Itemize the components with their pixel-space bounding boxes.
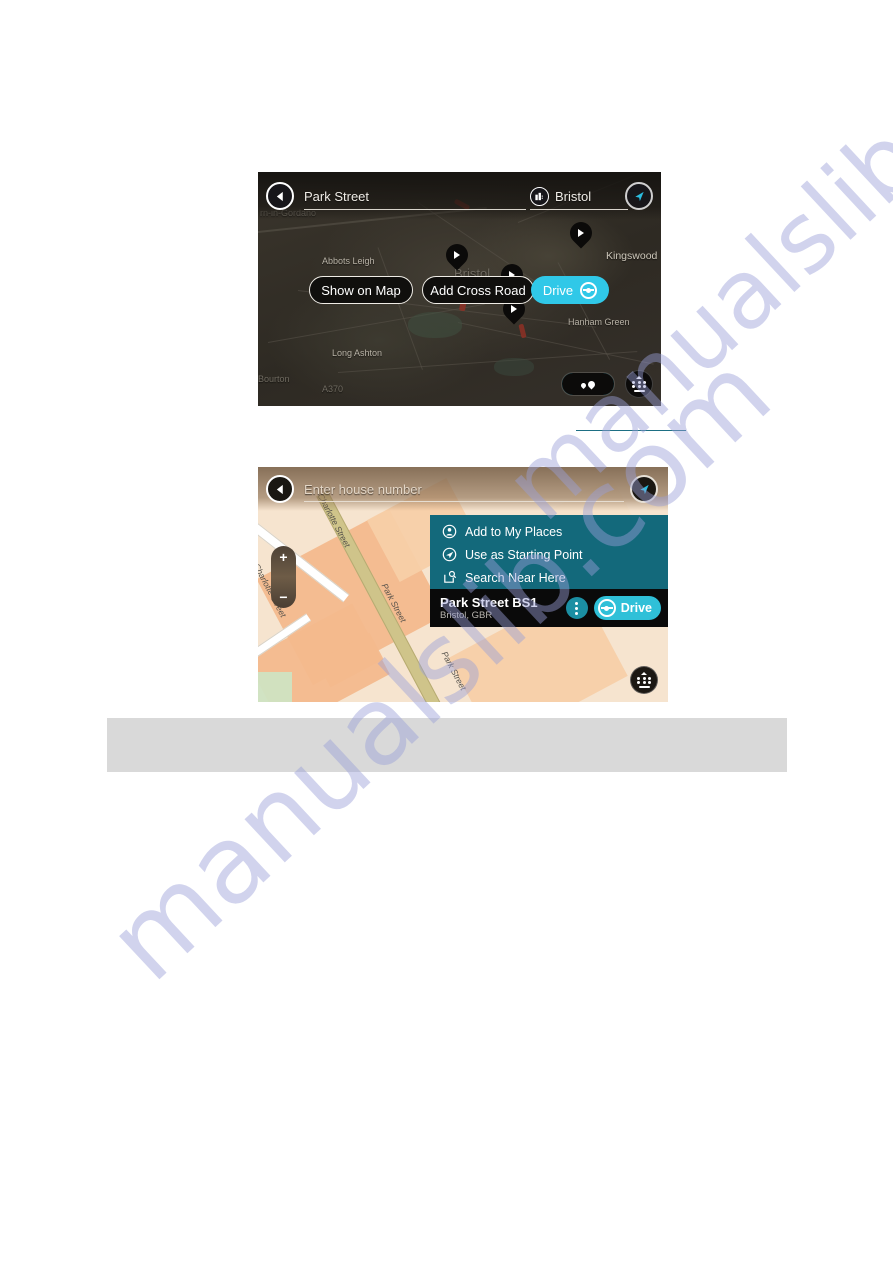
map-road <box>457 322 654 365</box>
back-arrow-icon <box>276 484 283 494</box>
drive-label: Drive <box>620 601 652 615</box>
city-field-value: Bristol <box>555 189 592 204</box>
drive-button[interactable]: Drive <box>593 596 661 620</box>
map-road <box>337 351 638 373</box>
city-field[interactable]: Bristol <box>530 184 628 210</box>
street-field-value: Park Street <box>304 189 370 204</box>
keyboard-button[interactable] <box>625 370 653 398</box>
map-pin-drive-icon <box>454 251 460 259</box>
map-label: Abbots Leigh <box>322 256 375 266</box>
menu-item-label: Add to My Places <box>465 524 563 539</box>
result-subtitle: Bristol, GBR <box>440 609 493 621</box>
current-location-button[interactable] <box>630 475 658 503</box>
house-number-input[interactable]: Enter house number <box>304 477 624 502</box>
current-location-button[interactable] <box>625 182 653 210</box>
add-cross-road-button[interactable]: Add Cross Road <box>422 276 534 304</box>
map-label: Bourton <box>258 374 290 384</box>
menu-item-label: Search Near Here <box>465 570 566 585</box>
map-pin-drive-icon <box>511 305 517 313</box>
drive-button[interactable]: Drive <box>531 276 609 304</box>
search-result-card[interactable]: Park Street BS1 Bristol, GBR Drive <box>430 589 668 627</box>
menu-item-add-to-my-places[interactable]: Add to My Places <box>430 520 668 543</box>
map-green-area <box>408 312 462 338</box>
figure-house-number-light-map: Charlotte Street Charlotte Street Park S… <box>258 467 668 702</box>
show-on-map-button[interactable]: Show on Map <box>309 276 413 304</box>
search-top-bar: Park Street Bristol <box>258 172 661 220</box>
keyboard-button[interactable] <box>630 666 658 694</box>
more-options-icon <box>575 601 579 605</box>
note-callout-box <box>107 718 787 772</box>
starting-point-icon <box>442 547 457 562</box>
zoom-control[interactable]: + − <box>271 546 296 608</box>
city-buildings-icon <box>530 187 549 206</box>
back-button[interactable] <box>266 475 294 503</box>
hyperlink-underline[interactable] <box>576 430 686 431</box>
view-mode-toggle[interactable] <box>561 372 615 396</box>
result-title: Park Street BS1 <box>440 594 538 610</box>
menu-item-search-near-here[interactable]: Search Near Here <box>430 566 668 589</box>
zoom-in-button[interactable]: + <box>279 550 287 564</box>
back-button[interactable] <box>266 182 294 210</box>
map-green-area <box>494 358 534 376</box>
steering-wheel-icon <box>580 281 598 299</box>
map-label: A370 <box>322 384 344 394</box>
more-options-button[interactable] <box>565 597 588 619</box>
map-label: Kingswood <box>606 250 658 262</box>
map-label: Long Ashton <box>332 348 383 358</box>
house-number-top-bar: Enter house number <box>258 467 668 511</box>
map-road <box>377 247 423 370</box>
navigation-arrow-icon <box>634 191 644 201</box>
house-number-placeholder: Enter house number <box>304 481 422 497</box>
zoom-out-button[interactable]: − <box>279 590 287 604</box>
map-label: Hanham Green <box>568 317 630 327</box>
map-pins-view-icon <box>579 379 597 389</box>
menu-item-use-as-starting-point[interactable]: Use as Starting Point <box>430 543 668 566</box>
keyboard-icon <box>637 672 652 688</box>
drive-label: Drive <box>542 282 574 298</box>
map-view-button[interactable] <box>562 373 614 395</box>
steering-wheel-icon <box>597 599 616 617</box>
figure-search-results-dark-map: rn-in-Gordano Abbots Leigh Long Ashton B… <box>258 172 661 406</box>
keyboard-icon <box>632 376 647 392</box>
navigation-arrow-icon <box>639 484 649 494</box>
add-cross-road-label: Add Cross Road <box>430 282 526 298</box>
street-field[interactable]: Park Street <box>304 184 526 210</box>
menu-item-label: Use as Starting Point <box>465 547 583 562</box>
map-park-area <box>258 672 292 702</box>
map-context-menu: Add to My Places Use as Starting Point S… <box>430 515 668 594</box>
add-to-my-places-icon <box>442 524 457 539</box>
search-near-here-icon <box>442 570 457 585</box>
show-on-map-label: Show on Map <box>321 282 401 298</box>
map-pin-drive-icon <box>578 229 584 237</box>
back-arrow-icon <box>276 191 283 201</box>
result-texts: Park Street BS1 Bristol, GBR <box>440 595 566 622</box>
